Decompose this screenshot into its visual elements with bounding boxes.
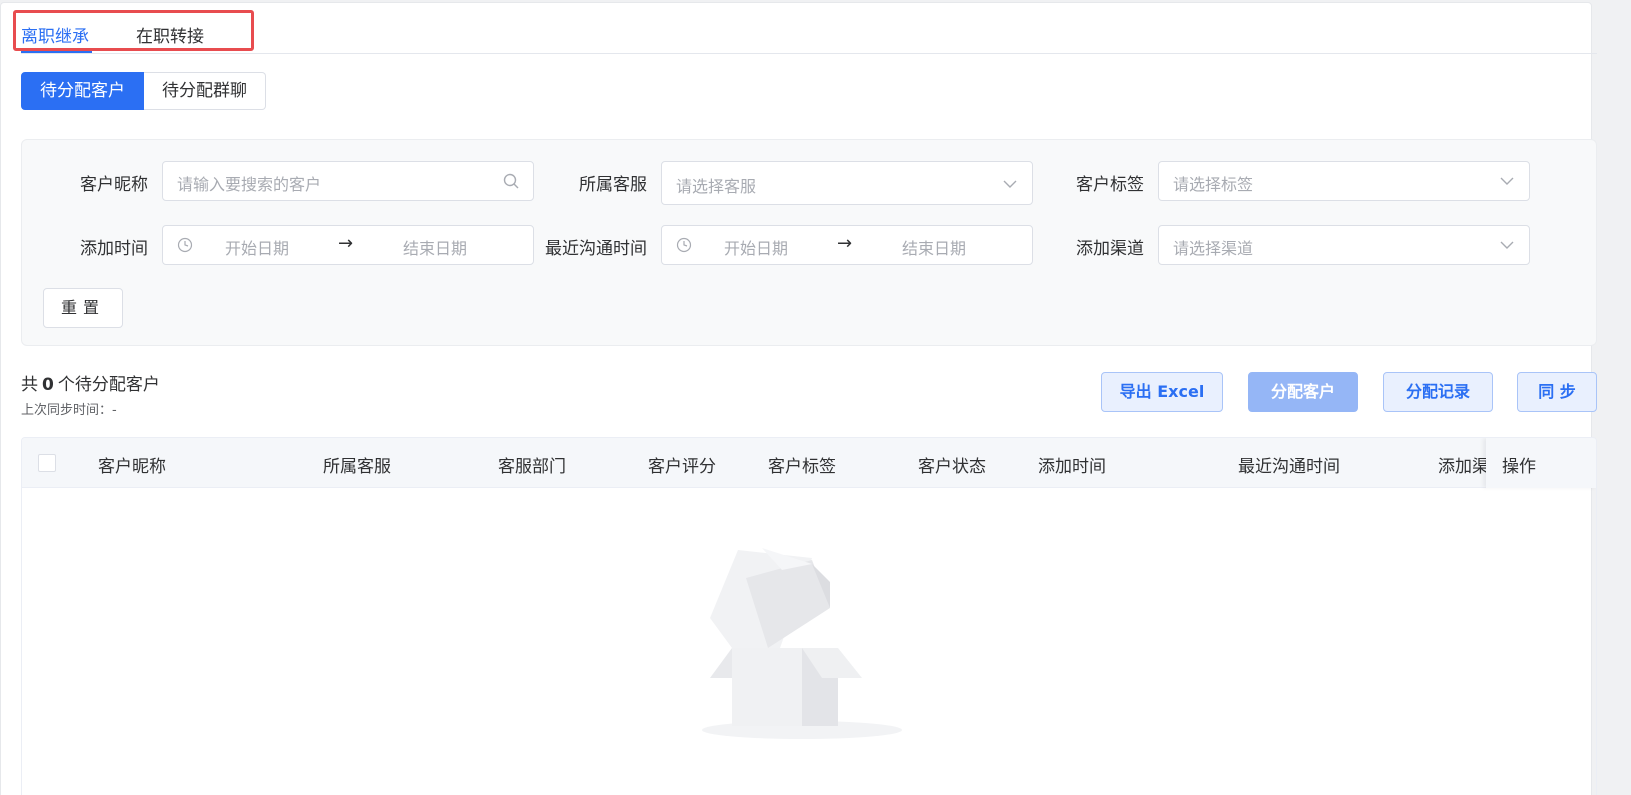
- clock-icon: [676, 237, 692, 253]
- col-nickname[interactable]: 客户昵称: [98, 452, 166, 477]
- last-contact-range[interactable]: 开始日期 → 结束日期: [661, 225, 1033, 265]
- nickname-placeholder: 请输入要搜索的客户: [177, 175, 322, 194]
- add-time-range[interactable]: 开始日期 → 结束日期: [162, 225, 534, 265]
- table-header: 客户昵称 所属客服 客服部门 客户评分 客户标签 客户状态 添加时间 最近沟通时…: [22, 438, 1596, 488]
- col-add-time[interactable]: 添加时间: [1038, 452, 1106, 477]
- tag-placeholder: 请选择标签: [1173, 175, 1254, 194]
- last-contact-end[interactable]: 结束日期: [902, 235, 966, 259]
- last-contact-label: 最近沟通时间: [545, 239, 647, 259]
- col-score[interactable]: 客户评分: [648, 452, 716, 477]
- tab-resignation-inherit[interactable]: 离职继承: [21, 22, 89, 47]
- select-all-checkbox[interactable]: [38, 454, 56, 472]
- fixed-actions-header: 操作: [1486, 438, 1596, 488]
- chevron-down-icon: [1500, 241, 1514, 249]
- service-label: 所属客服: [579, 175, 647, 195]
- add-time-end[interactable]: 结束日期: [403, 235, 467, 259]
- last-contact-start[interactable]: 开始日期: [724, 235, 788, 259]
- nickname-search-input[interactable]: 请输入要搜索的客户: [162, 161, 534, 201]
- tag-select[interactable]: 请选择标签: [1158, 161, 1530, 201]
- summary-prefix: 共: [21, 375, 38, 395]
- col-department[interactable]: 客服部门: [498, 452, 566, 477]
- sync-button[interactable]: 同 步: [1517, 372, 1597, 412]
- range-arrow: →: [837, 233, 853, 254]
- add-time-label: 添加时间: [80, 239, 148, 259]
- channel-placeholder: 请选择渠道: [1173, 239, 1254, 258]
- segment-pending-groups[interactable]: 待分配群聊: [144, 72, 266, 110]
- col-actions: 操作: [1502, 457, 1536, 477]
- active-tab-indicator: [21, 51, 92, 53]
- add-time-start[interactable]: 开始日期: [225, 235, 289, 259]
- tab-onjob-transfer[interactable]: 在职转接: [136, 22, 204, 47]
- channel-label: 添加渠道: [1076, 239, 1144, 259]
- clock-icon: [177, 237, 193, 253]
- pending-count: 0: [42, 375, 54, 395]
- col-channel[interactable]: 添加渠: [1438, 452, 1489, 477]
- nickname-label: 客户昵称: [80, 175, 148, 195]
- segment-pending-customers[interactable]: 待分配客户: [21, 72, 144, 110]
- chevron-down-icon: [1500, 177, 1514, 185]
- filter-panel: 客户昵称 请输入要搜索的客户 所属客服 请选择客服 客户标签 请选择标签 添加时…: [21, 139, 1597, 346]
- col-tags[interactable]: 客户标签: [768, 452, 836, 477]
- col-service[interactable]: 所属客服: [323, 452, 391, 477]
- pending-summary: 共 0 个待分配客户: [21, 370, 160, 395]
- col-last-contact[interactable]: 最近沟通时间: [1238, 452, 1340, 477]
- service-select[interactable]: 请选择客服: [661, 161, 1033, 205]
- summary-suffix: 个待分配客户: [57, 375, 160, 395]
- assign-records-button[interactable]: 分配记录: [1383, 372, 1493, 412]
- main-tabs: 离职继承 在职转接: [21, 14, 1597, 54]
- service-placeholder: 请选择客服: [676, 177, 757, 196]
- assign-customer-button[interactable]: 分配客户: [1248, 372, 1358, 412]
- segment-control: 待分配客户 待分配群聊: [21, 72, 266, 110]
- empty-box-icon: [702, 548, 902, 739]
- channel-select[interactable]: 请选择渠道: [1158, 225, 1530, 265]
- export-excel-button[interactable]: 导出 Excel: [1101, 372, 1223, 412]
- customer-table: 客户昵称 所属客服 客服部门 客户评分 客户标签 客户状态 添加时间 最近沟通时…: [21, 437, 1597, 795]
- last-sync-time: 上次同步时间：-: [21, 403, 117, 418]
- col-status[interactable]: 客户状态: [918, 452, 986, 477]
- reset-button[interactable]: 重置: [43, 288, 123, 328]
- tag-label: 客户标签: [1076, 175, 1144, 195]
- range-arrow: →: [338, 233, 354, 254]
